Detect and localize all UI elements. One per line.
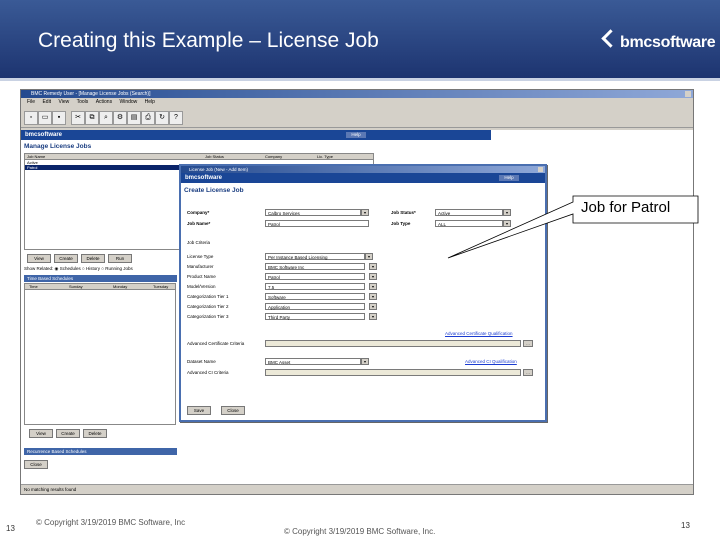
footer-page-number-right: 13 — [681, 521, 690, 530]
footer-copyright-center: © Copyright 3/19/2019 BMC Software, Inc. — [284, 527, 436, 536]
callout-text: Job for Patrol — [581, 199, 671, 216]
footer-page-number-left: 13 — [6, 524, 15, 533]
callout-shape — [447, 195, 699, 259]
footer-copyright-left: © Copyright 3/19/2019 BMC Software, Inc — [36, 518, 186, 527]
